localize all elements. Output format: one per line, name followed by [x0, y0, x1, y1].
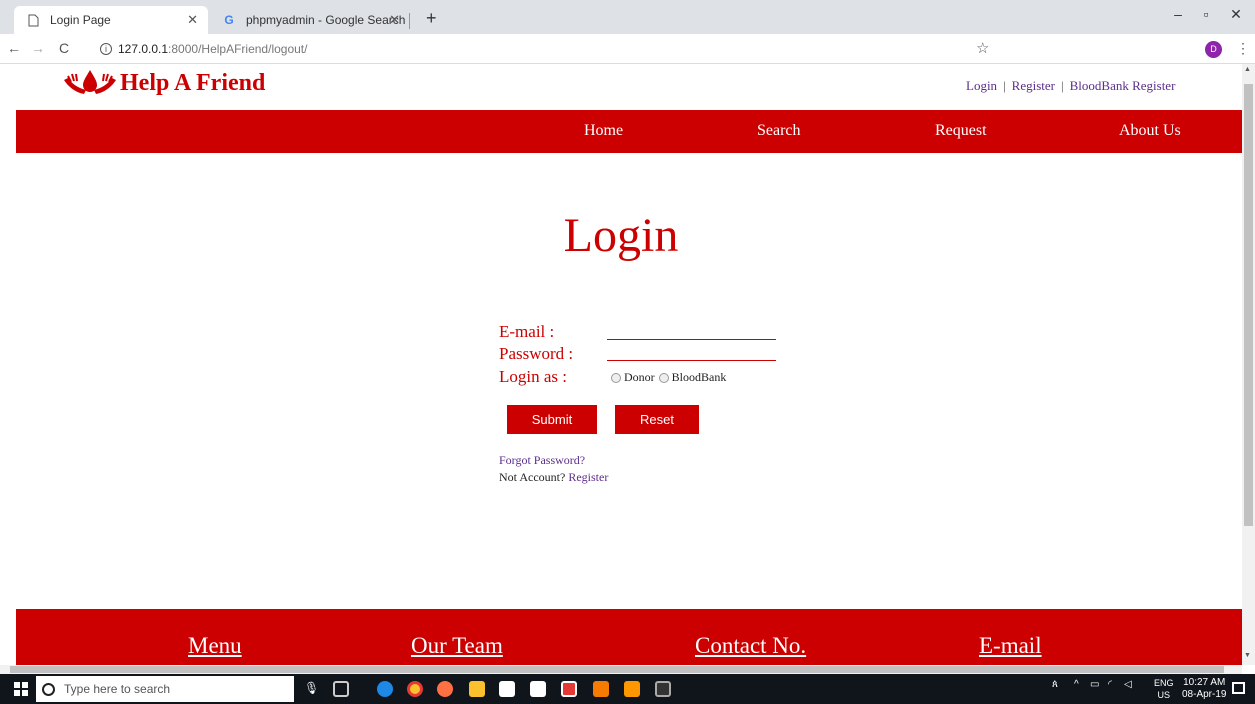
firefox-icon[interactable] — [437, 681, 453, 697]
wifi-icon[interactable]: ◜ — [1108, 679, 1112, 690]
site-footer: Menu Our Team Contact No. E-mail — [16, 609, 1242, 665]
profile-avatar[interactable]: D — [1205, 41, 1222, 58]
email-field[interactable] — [607, 324, 776, 340]
minimize-icon[interactable]: – — [1168, 6, 1188, 22]
vertical-scrollbar[interactable]: ▲ ▼ — [1242, 64, 1255, 665]
file-explorer-icon[interactable] — [469, 681, 485, 697]
nav-home[interactable]: Home — [584, 122, 623, 140]
microphone-icon[interactable]: 🎙 — [304, 681, 320, 697]
volume-icon[interactable]: ◁ — [1124, 679, 1132, 690]
clock-time: 10:27 AM — [1183, 677, 1226, 688]
language-code: ENG — [1154, 678, 1174, 688]
tab-title: Login Page — [50, 13, 111, 27]
no-account-line: Not Account? Register — [499, 470, 608, 485]
bloodbank-label: BloodBank — [671, 370, 727, 384]
clock-date: 08-Apr-19 — [1182, 689, 1227, 700]
show-hidden-icons[interactable]: ^ — [1074, 679, 1079, 690]
register-link[interactable]: Register — [1012, 78, 1055, 93]
browser-menu-icon[interactable]: ⋮ — [1236, 40, 1250, 57]
sublime-icon[interactable] — [624, 681, 640, 697]
new-tab-icon[interactable]: + — [426, 8, 437, 29]
url-host: 127.0.0.1 — [118, 42, 169, 56]
footer-menu-link[interactable]: Menu — [188, 633, 242, 659]
tab-title: phpmyadmin - Google Search — [246, 13, 406, 27]
scroll-up-icon[interactable]: ▲ — [1244, 66, 1251, 73]
chrome-icon[interactable] — [407, 681, 423, 697]
logo-text: Help A Friend — [120, 69, 266, 96]
site-logo[interactable]: Help A Friend — [62, 68, 265, 98]
login-as-label: Login as : — [499, 367, 567, 386]
email-label: E-mail : — [499, 322, 555, 341]
donor-label: Donor — [624, 370, 655, 384]
bloodbank-radio[interactable] — [658, 372, 669, 383]
info-icon[interactable]: i — [100, 43, 112, 55]
close-icon[interactable]: ✕ — [187, 12, 198, 28]
footer-our-team-link[interactable]: Our Team — [411, 633, 503, 659]
tab-divider — [409, 13, 410, 29]
url-path: :8000/HelpAFriend/logout/ — [168, 42, 308, 56]
nav-request[interactable]: Request — [935, 122, 987, 140]
reload-icon[interactable]: C — [54, 40, 74, 56]
horizontal-scroll-thumb[interactable] — [10, 666, 1224, 673]
close-icon[interactable]: ✕ — [389, 12, 400, 28]
battery-icon[interactable]: ▭ — [1090, 679, 1099, 690]
login-link[interactable]: Login — [966, 78, 997, 93]
task-view-icon[interactable] — [333, 681, 349, 697]
edge-icon[interactable] — [377, 681, 393, 697]
role-radio-group: Donor BloodBank — [611, 370, 730, 385]
mail-icon[interactable] — [530, 681, 546, 697]
windows-start-icon[interactable] — [14, 682, 28, 696]
window-close-icon[interactable]: ✕ — [1226, 6, 1246, 23]
page-content: Help A Friend Login | Register | BloodBank R… — [0, 64, 1242, 665]
terminal-icon[interactable] — [655, 681, 671, 697]
gift-icon[interactable] — [561, 681, 577, 697]
page-title: Login — [563, 209, 679, 262]
no-account-text: Not Account? — [499, 470, 566, 484]
forward-icon[interactable]: → — [28, 40, 48, 56]
address-bar: ← → C i 127.0.0.1:8000/HelpAFriend/logou… — [0, 34, 1255, 64]
password-field[interactable] — [607, 345, 776, 361]
store-icon[interactable] — [499, 681, 515, 697]
google-icon: G — [224, 13, 234, 27]
register-link-bottom[interactable]: Register — [568, 470, 608, 484]
submit-button[interactable]: Submit — [507, 405, 597, 434]
maximize-icon[interactable]: ▫ — [1196, 6, 1216, 22]
vertical-scroll-thumb[interactable] — [1244, 84, 1253, 526]
nav-about-us[interactable]: About Us — [1119, 122, 1181, 140]
bloodbank-register-link[interactable]: BloodBank Register — [1070, 78, 1176, 93]
nav-search[interactable]: Search — [757, 122, 801, 140]
language-indicator[interactable]: ENG US — [1154, 677, 1174, 701]
back-icon[interactable]: ← — [4, 40, 24, 56]
top-links: Login | Register | BloodBank Register — [966, 78, 1176, 93]
taskbar-search-box[interactable]: Type here to search — [36, 676, 294, 702]
xampp-icon[interactable] — [593, 681, 609, 697]
system-clock[interactable]: 10:27 AM 08-Apr-19 — [1182, 677, 1226, 701]
page-icon — [26, 13, 40, 27]
url-field[interactable]: 127.0.0.1:8000/HelpAFriend/logout/ — [118, 42, 307, 56]
hands-blood-drop-icon — [64, 70, 116, 94]
footer-contact-link[interactable]: Contact No. — [695, 633, 806, 659]
taskbar-search-placeholder: Type here to search — [64, 682, 171, 696]
main-nav: Home Search Request About Us — [16, 110, 1242, 153]
tab-login-page[interactable]: Login Page ✕ — [14, 6, 208, 34]
windows-taskbar: Type here to search 🎙 ጰ ^ ▭ ◜ ◁ ENG US 1… — [0, 674, 1255, 704]
footer-email-link[interactable]: E-mail — [979, 633, 1042, 659]
people-icon[interactable]: ጰ — [1052, 679, 1058, 690]
horizontal-scrollbar[interactable] — [0, 665, 1242, 674]
scroll-down-icon[interactable]: ▼ — [1244, 652, 1251, 659]
region-code: US — [1157, 690, 1171, 700]
notifications-icon[interactable] — [1232, 682, 1245, 694]
browser-tab-bar: Login Page ✕ G phpmyadmin - Google Searc… — [0, 0, 1255, 34]
forgot-password-link[interactable]: Forgot Password? — [499, 453, 585, 468]
cortana-icon — [42, 682, 55, 696]
bookmark-star-icon[interactable]: ☆ — [976, 39, 989, 57]
donor-radio[interactable] — [611, 372, 621, 383]
password-label: Password : — [499, 344, 574, 363]
tab-google-search[interactable]: G phpmyadmin - Google Search ✕ — [210, 6, 410, 34]
reset-button[interactable]: Reset — [615, 405, 699, 434]
